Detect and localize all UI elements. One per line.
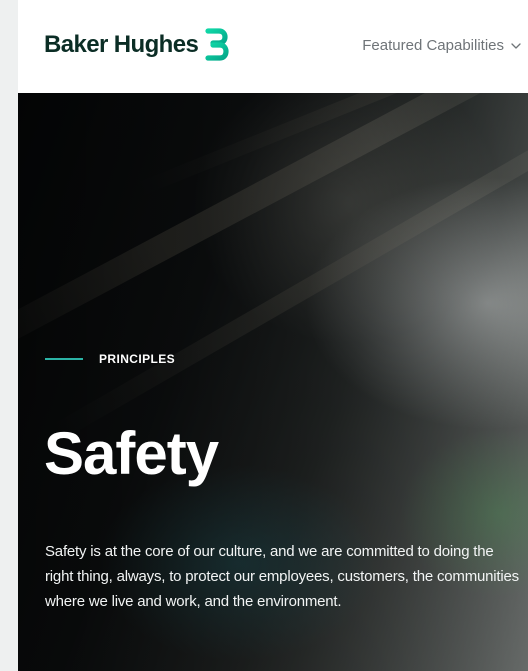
hero-banner: PRINCIPLES Safety Safety is at the core … (18, 93, 528, 671)
brand-logo-link[interactable]: Baker Hughes (44, 28, 230, 62)
brand-name: Baker Hughes (44, 31, 199, 58)
left-gutter (0, 0, 18, 671)
eyebrow-label: PRINCIPLES (99, 352, 176, 366)
baker-hughes-logo-icon (205, 28, 229, 61)
page-title: Safety (44, 420, 219, 487)
page: Baker Hughes Featured Capabilities PRINC… (0, 0, 528, 671)
chevron-down-icon (511, 43, 521, 49)
featured-capabilities-menu[interactable]: Featured Capabilities (362, 36, 522, 56)
eyebrow-accent-line (45, 358, 83, 360)
featured-capabilities-label: Featured Capabilities (362, 37, 504, 54)
hero-eyebrow: PRINCIPLES (45, 351, 175, 367)
hero-description: Safety is at the core of our culture, an… (45, 543, 519, 610)
site-header: Baker Hughes Featured Capabilities (18, 0, 528, 93)
